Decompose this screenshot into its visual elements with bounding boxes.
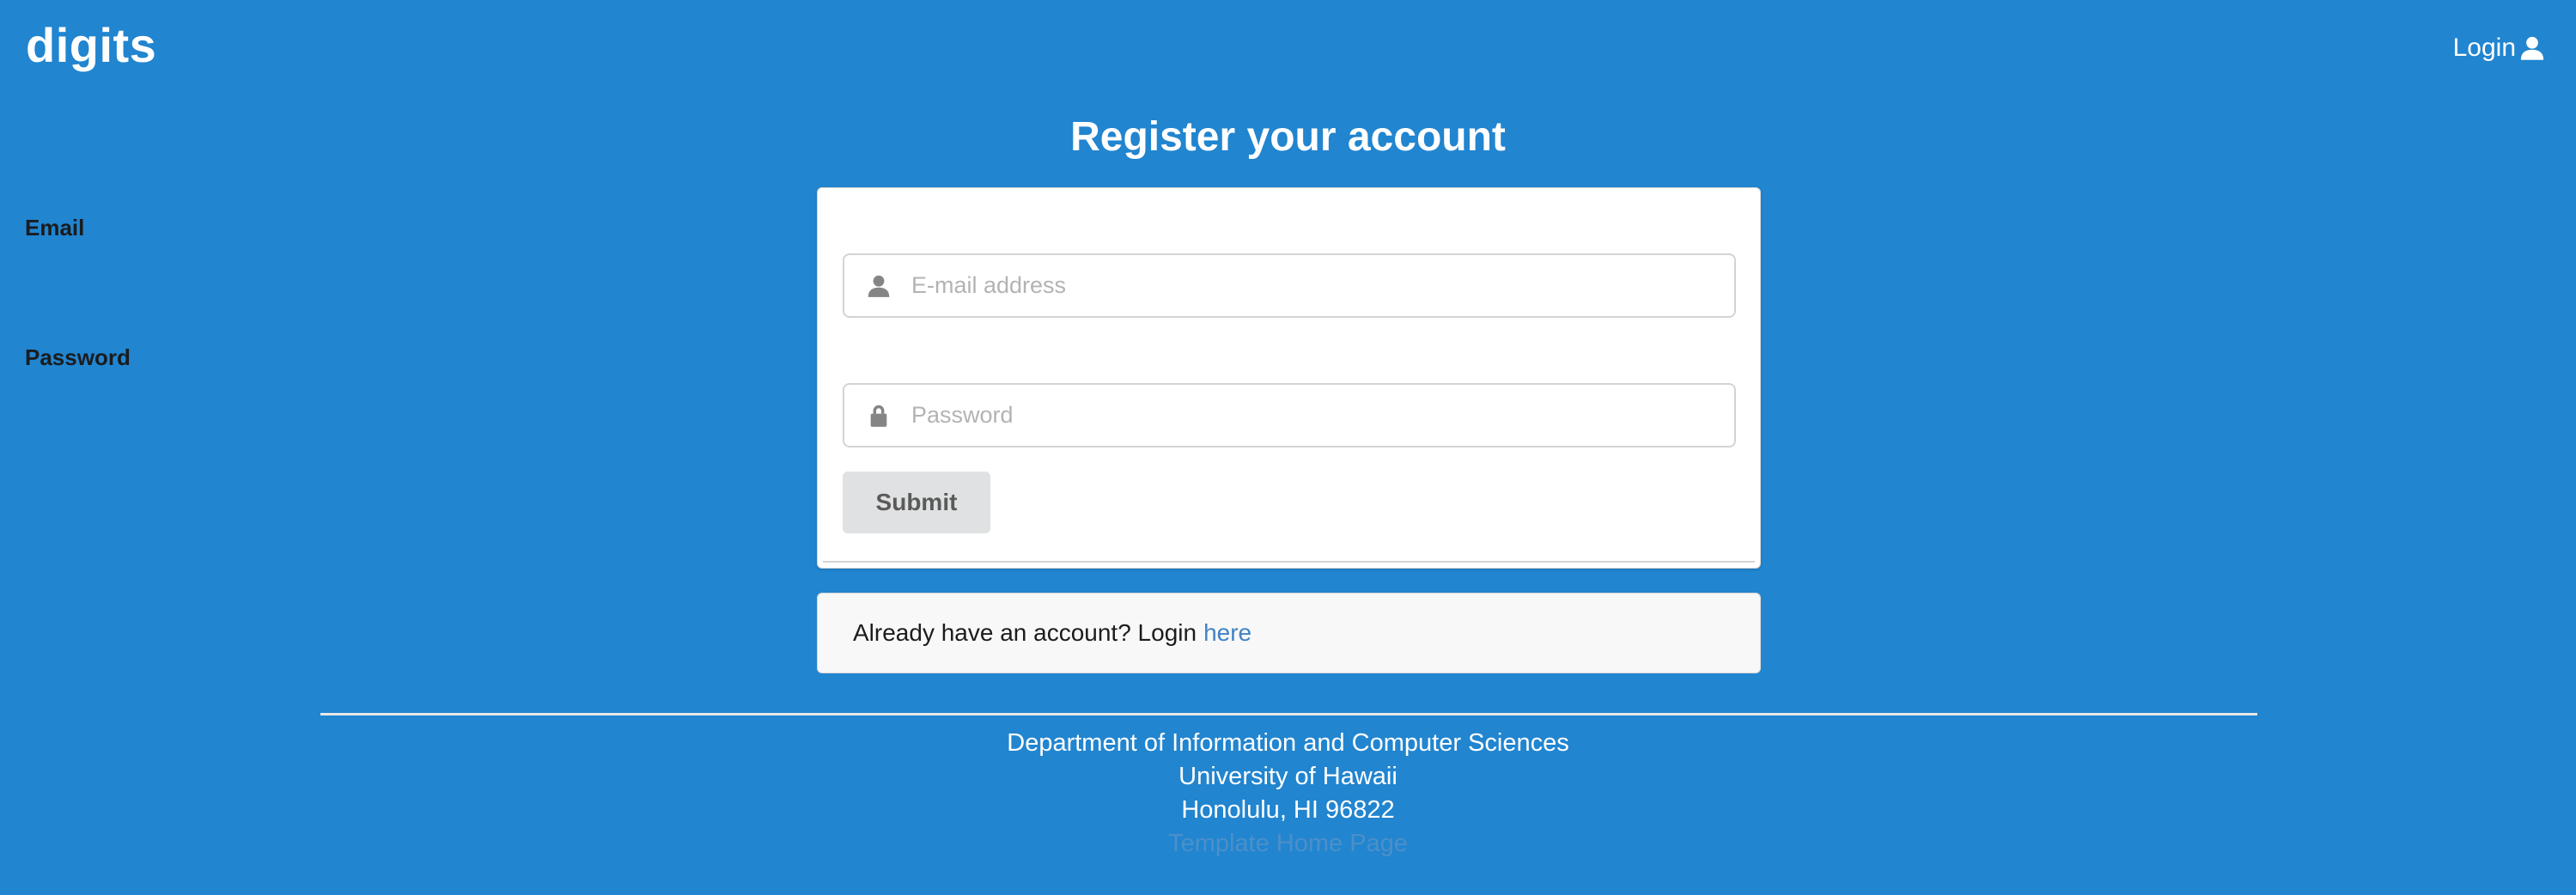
footer-university: University of Hawaii: [1178, 763, 1398, 790]
nav-login-link[interactable]: Login: [2453, 31, 2545, 65]
footer-template-link[interactable]: Template Home Page: [0, 827, 2576, 861]
page-title: Register your account: [1070, 114, 1506, 160]
submit-button[interactable]: Submit: [843, 472, 990, 533]
register-page: digits Login Register your account Email…: [0, 0, 2576, 895]
footer-divider: [320, 713, 2257, 715]
lock-icon: [870, 405, 887, 427]
brand-logo[interactable]: digits: [26, 15, 156, 76]
password-input[interactable]: [911, 389, 1734, 441]
register-form: Email Password Submit: [25, 187, 1761, 569]
email-label: Email: [25, 215, 85, 240]
user-icon: [868, 275, 890, 297]
user-icon[interactable]: [2519, 35, 2545, 61]
nav-login-label[interactable]: Login: [2453, 31, 2516, 65]
password-field[interactable]: [843, 383, 1736, 448]
footer-department: Department of Information and Computer S…: [1007, 729, 1569, 757]
login-message: Already have an account? Login here: [817, 593, 1761, 673]
form-divider: [823, 561, 1755, 563]
email-input[interactable]: [911, 259, 1734, 312]
password-label: Password: [25, 344, 131, 370]
login-here-link[interactable]: here: [1203, 619, 1251, 647]
email-field[interactable]: [843, 253, 1736, 318]
login-prompt-text: Already have an account? Login: [853, 619, 1197, 646]
footer: Department of Information and Computer S…: [0, 727, 2576, 861]
footer-address: Honolulu, HI 96822: [1181, 796, 1395, 824]
